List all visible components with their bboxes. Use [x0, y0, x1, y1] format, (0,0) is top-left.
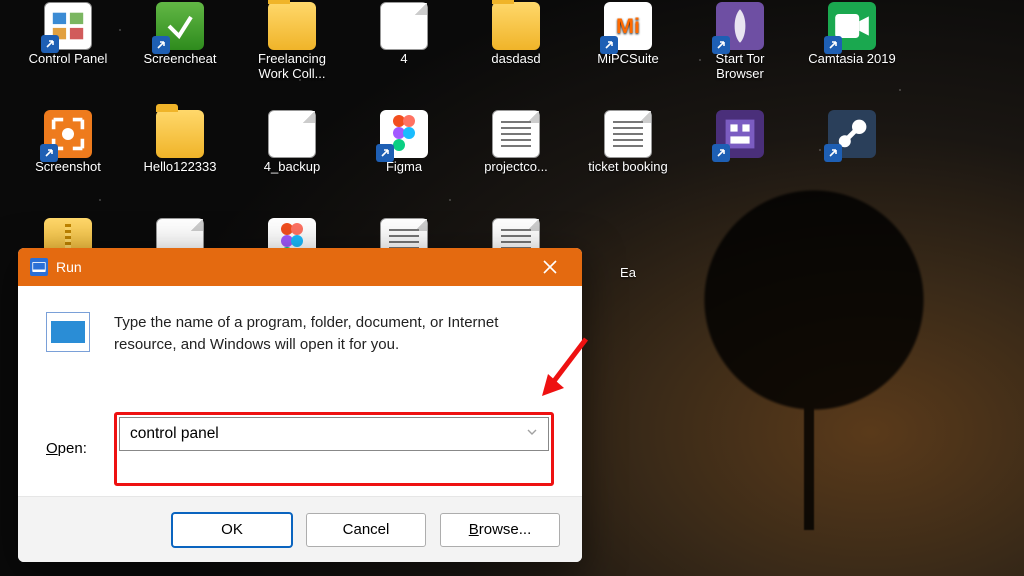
run-body: Type the name of a program, folder, docu… [18, 286, 582, 496]
shortcut-badge-icon [41, 35, 59, 53]
screenshot-icon [44, 110, 92, 158]
icon-4backup[interactable]: 4_backup [238, 108, 346, 208]
folder-icon [156, 110, 204, 158]
icon-screenshot[interactable]: Screenshot [14, 108, 122, 208]
icon-figma[interactable]: Figma [350, 108, 458, 208]
text-icon [492, 110, 540, 158]
run-button-row: OK Cancel Browse... [18, 496, 582, 562]
shortcut-badge-icon [152, 36, 170, 54]
icon-mipcsuite[interactable]: Mi MiPCSuite [574, 0, 682, 100]
shortcut-badge-icon [712, 36, 730, 54]
run-title-icon [30, 258, 48, 276]
icon-projectco[interactable]: projectco... [462, 108, 570, 208]
shortcut-badge-icon [600, 36, 618, 54]
ok-button[interactable]: OK [172, 513, 292, 547]
mipc-icon: Mi [604, 2, 652, 50]
shortcut-badge-icon [824, 36, 842, 54]
icon-dasdasd-folder[interactable]: dasdasd [462, 0, 570, 100]
camtasia-icon [828, 2, 876, 50]
icon-camtasia[interactable]: Camtasia 2019 [798, 0, 906, 100]
desktop-label: Figma [386, 160, 422, 175]
run-dialog: Run Type the name of a program, folder, … [18, 248, 582, 562]
icon-file-4[interactable]: 4 [350, 0, 458, 100]
file-icon [268, 110, 316, 158]
shortcut-badge-icon [376, 144, 394, 162]
open-field-highlight: control panel [114, 412, 554, 486]
cancel-button[interactable]: Cancel [306, 513, 426, 547]
text-icon [604, 110, 652, 158]
desktop-label: 4_backup [264, 160, 320, 175]
shortcut-badge-icon [824, 144, 842, 162]
svg-text:Mi: Mi [616, 13, 640, 38]
icon-steam[interactable] [798, 108, 906, 208]
steam-icon [828, 110, 876, 158]
desktop-label: Control Panel [29, 52, 108, 67]
icon-control-panel[interactable]: Control Panel [14, 0, 122, 100]
icon-ticketbooking[interactable]: ticket booking [574, 108, 682, 208]
open-label: Open: [46, 440, 100, 457]
run-title-text: Run [56, 259, 82, 275]
desktop-label: dasdasd [491, 52, 540, 67]
desktop-label: ticket booking [588, 160, 668, 175]
icon-tor[interactable]: Start Tor Browser [686, 0, 794, 100]
desktop-label: Screencheat [144, 52, 217, 67]
run-titlebar[interactable]: Run [18, 248, 582, 286]
close-button[interactable] [530, 248, 570, 286]
desktop-label: projectco... [484, 160, 548, 175]
desktop-label: Screenshot [35, 160, 101, 175]
desktop-label: Start Tor Browser [690, 52, 790, 82]
open-combobox[interactable]: control panel [119, 417, 549, 451]
run-program-icon [46, 312, 90, 352]
purple-icon [716, 110, 764, 158]
figma-icon [380, 110, 428, 158]
icon-screencheat[interactable]: Screencheat [126, 0, 234, 100]
icon-hello-folder[interactable]: Hello122333 [126, 108, 234, 208]
file-icon [380, 2, 428, 50]
desktop-label: MiPCSuite [597, 52, 658, 67]
folder-icon [492, 2, 540, 50]
folder-icon [268, 2, 316, 50]
shortcut-badge-icon [40, 144, 58, 162]
icon-freelancing-folder[interactable]: Freelancing Work Coll... [238, 0, 346, 100]
desktop-label: Freelancing Work Coll... [242, 52, 342, 82]
desktop-label: Camtasia 2019 [808, 52, 895, 67]
icon-purple-app[interactable] [686, 108, 794, 208]
desktop-label: Hello122333 [143, 160, 216, 175]
browse-button[interactable]: Browse... [440, 513, 560, 547]
run-description: Type the name of a program, folder, docu… [114, 312, 554, 386]
icon-ea: Ea [574, 216, 682, 316]
desktop-label: Ea [620, 266, 636, 281]
app-icon [156, 2, 204, 50]
shortcut-badge-icon [712, 144, 730, 162]
open-value: control panel [130, 425, 219, 443]
tor-icon [716, 2, 764, 50]
chevron-down-icon[interactable] [526, 425, 538, 443]
desktop-label: 4 [400, 52, 407, 67]
cpl-icon [44, 2, 92, 50]
